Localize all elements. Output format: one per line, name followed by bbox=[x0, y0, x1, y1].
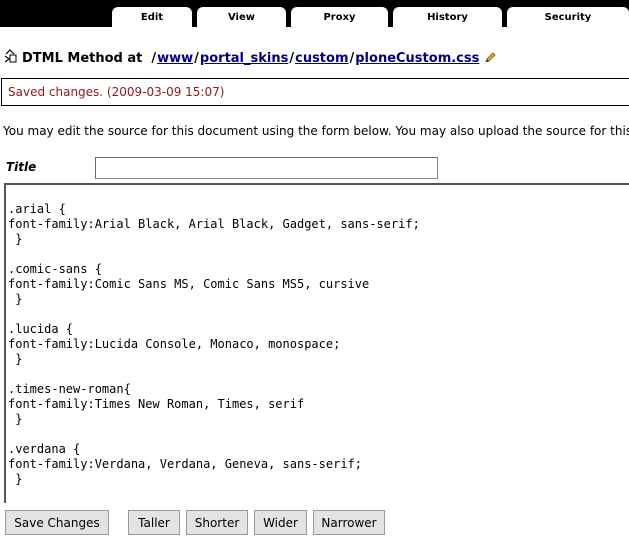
meta-type-label: DTML Method at bbox=[22, 50, 143, 66]
tab-security[interactable]: Security bbox=[507, 7, 629, 27]
tab-history[interactable]: History bbox=[393, 7, 502, 27]
source-text[interactable]: .arial { font-family:Arial Black, Arial … bbox=[8, 202, 420, 487]
path-separator: / bbox=[349, 50, 355, 66]
status-message-box: Saved changes. (2009-03-09 15:07) bbox=[1, 78, 629, 106]
path-link-document[interactable]: ploneCustom.css bbox=[355, 51, 479, 66]
shorter-button[interactable]: Shorter bbox=[186, 510, 248, 535]
tab-bar: Edit View Proxy History Security bbox=[0, 0, 629, 27]
page-header: DTML Method at / www / portal_skins / cu… bbox=[4, 48, 496, 68]
status-message: Saved changes. (2009-03-09 15:07) bbox=[8, 85, 225, 99]
save-changes-button[interactable]: Save Changes bbox=[5, 510, 109, 535]
path-link-www[interactable]: www bbox=[157, 51, 193, 66]
path-link-portal-skins[interactable]: portal_skins bbox=[200, 51, 288, 66]
wider-button[interactable]: Wider bbox=[254, 510, 307, 535]
path-separator: / bbox=[151, 50, 157, 66]
taller-button[interactable]: Taller bbox=[128, 510, 180, 535]
path-separator: / bbox=[194, 50, 199, 66]
pencil-icon[interactable] bbox=[484, 52, 496, 64]
path-link-custom[interactable]: custom bbox=[295, 51, 348, 66]
dtml-method-icon bbox=[4, 49, 17, 63]
source-editor[interactable]: .arial { font-family:Arial Black, Arial … bbox=[4, 183, 629, 503]
intro-text: You may edit the source for this documen… bbox=[3, 124, 629, 138]
tab-proxy[interactable]: Proxy bbox=[291, 7, 388, 27]
narrower-button[interactable]: Narrower bbox=[313, 510, 385, 535]
tab-edit[interactable]: Edit bbox=[112, 7, 192, 27]
title-input[interactable] bbox=[95, 157, 438, 179]
tab-view[interactable]: View bbox=[197, 7, 286, 27]
path-separator: / bbox=[289, 50, 295, 66]
title-label: Title bbox=[6, 160, 37, 174]
